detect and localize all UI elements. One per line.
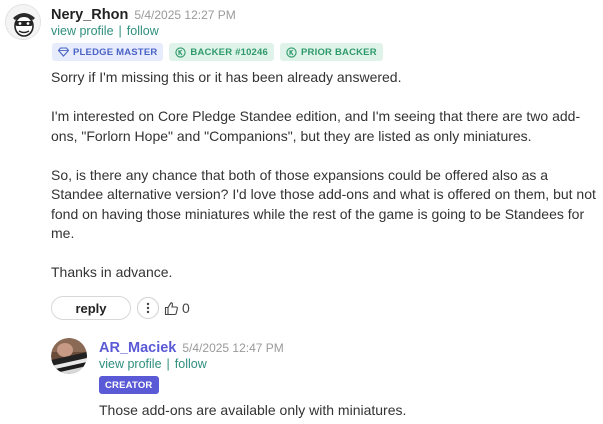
- reply-body: Those add-ons are available only with mi…: [99, 401, 589, 421]
- reply-timestamp: 5/4/2025 12:47 PM: [182, 341, 284, 355]
- reply-author-name[interactable]: AR_Maciek: [99, 340, 176, 356]
- reply-avatar[interactable]: [51, 338, 87, 374]
- reply-follow-link[interactable]: follow: [175, 357, 207, 371]
- avatar-image: [51, 338, 87, 374]
- reply-view-profile-link[interactable]: view profile: [99, 357, 162, 371]
- reply-comment: AR_Maciek 5/4/2025 12:47 PM view profile…: [0, 0, 603, 424]
- reply-profile-links: view profile | follow: [99, 357, 207, 371]
- reply-author-line: AR_Maciek 5/4/2025 12:47 PM: [99, 340, 284, 356]
- link-separator: |: [166, 357, 170, 371]
- creator-badge: CREATOR: [99, 376, 159, 394]
- reply-paragraph: Those add-ons are available only with mi…: [99, 402, 407, 418]
- reply-badge-row: CREATOR: [99, 376, 159, 394]
